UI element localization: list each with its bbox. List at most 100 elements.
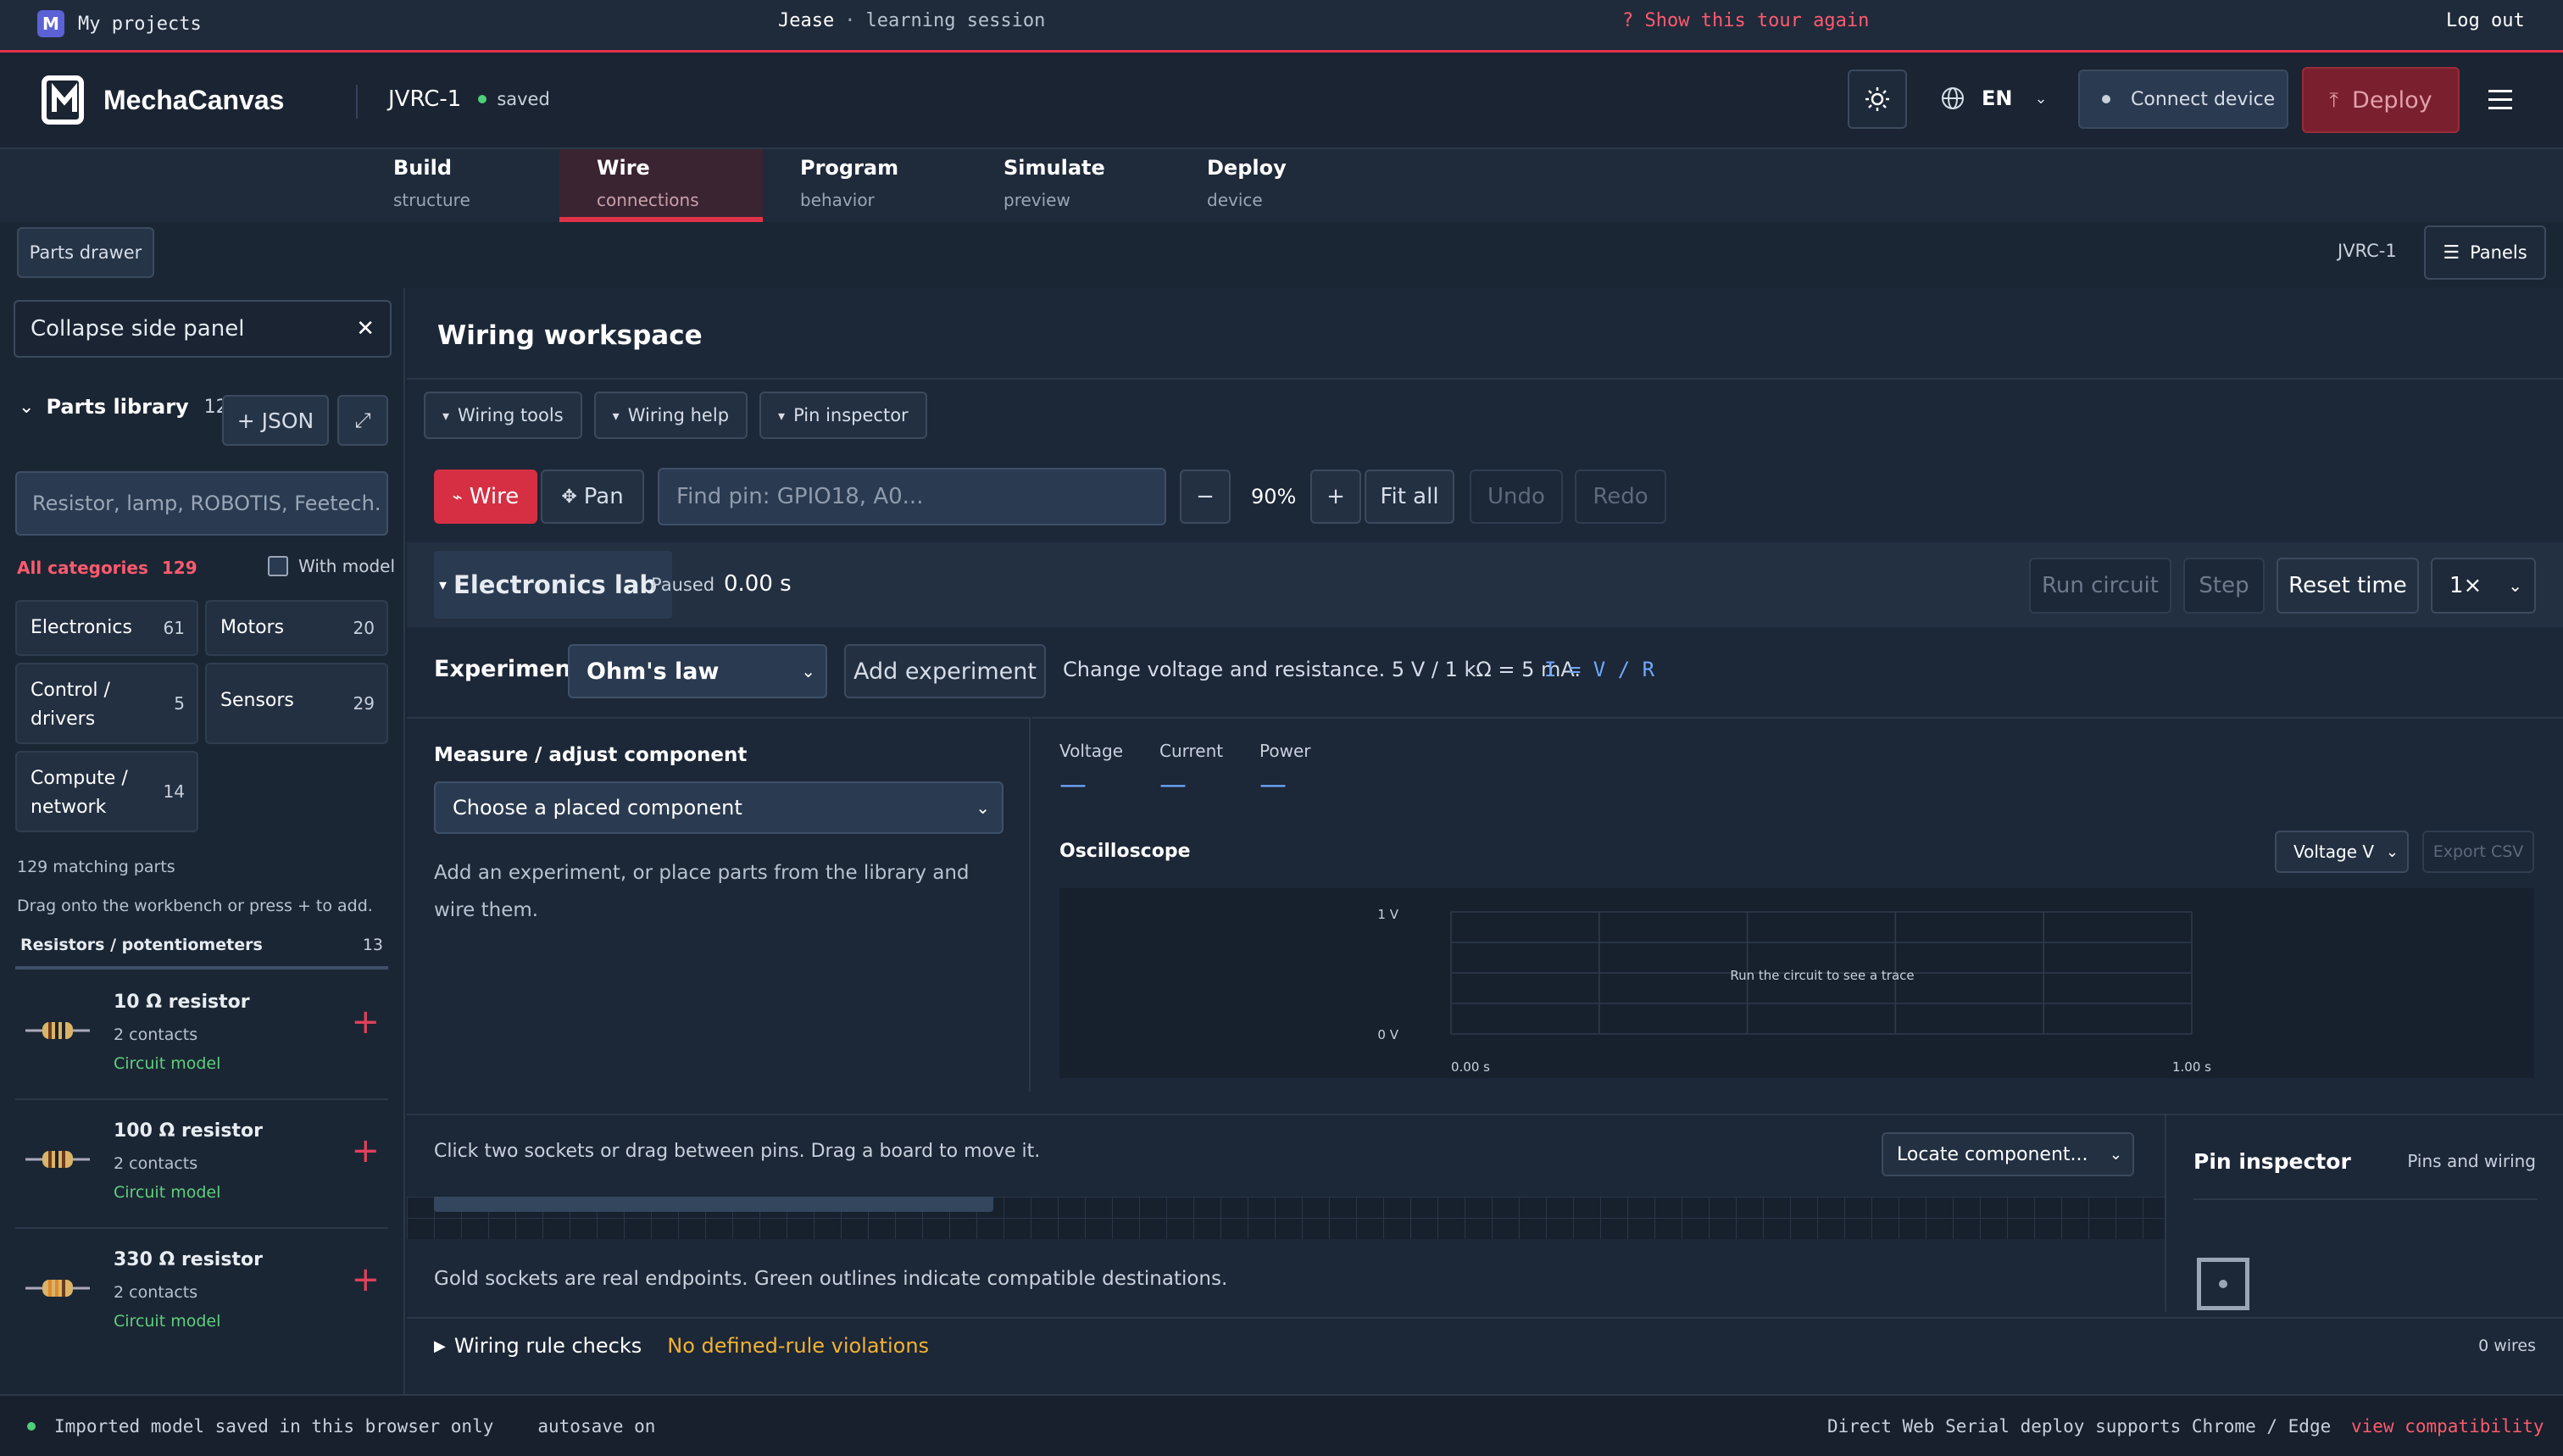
tab-wire[interactable]: Wire connections <box>559 149 763 222</box>
mode-tabs: Build structure Wire connections Program be… <box>0 149 2563 222</box>
import-json-button[interactable]: + JSON <box>222 395 329 446</box>
list-item[interactable]: 330 Ω resistor 2 contacts Circuit model … <box>15 1231 388 1358</box>
socket-legend: Gold sockets are real endpoints. Green o… <box>434 1268 1228 1290</box>
my-projects-link[interactable]: M My projects <box>37 8 202 39</box>
expand-icon[interactable]: ⤢ <box>337 395 388 446</box>
all-categories-filter[interactable]: All categories 129 <box>17 558 197 578</box>
add-experiment-button[interactable]: Add experiment <box>844 644 1046 698</box>
status-bar: Imported model saved in this browser onl… <box>0 1394 2563 1456</box>
readout-label: Voltage <box>1059 741 1124 761</box>
user-name: Jease <box>778 10 835 31</box>
category-sensors[interactable]: Sensors 29 <box>205 663 388 744</box>
brand-name: MechaCanvas <box>103 84 285 115</box>
formula: I = V / R <box>1544 658 1655 681</box>
tab-sublabel: device <box>1207 190 1263 210</box>
list-item[interactable]: 10 Ω resistor 2 contacts Circuit model + <box>15 973 388 1100</box>
oscilloscope-chart: 1 V 0 V 0.00 s 1.00 s Run the circuit to… <box>1059 888 2534 1078</box>
parts-search-input[interactable]: Resistor, lamp, ROBOTIS, Feetech. <box>15 471 388 536</box>
category-control-drivers[interactable]: Control / drivers 5 <box>15 663 198 744</box>
category-motors[interactable]: Motors 20 <box>205 600 388 656</box>
readouts-panel: Voltage — Current — Power — Oscilloscope Vo… <box>1032 717 2563 1092</box>
parts-drawer-button[interactable]: Parts drawer <box>17 227 154 278</box>
add-part-icon[interactable]: + <box>351 1134 380 1168</box>
list-item[interactable]: 100 Ω resistor 2 contacts Circuit model … <box>15 1102 388 1229</box>
wire-icon: ⌁ <box>452 486 463 507</box>
status-dot-icon <box>27 1421 36 1431</box>
chevron-down-icon: ⌄ <box>2385 842 2399 861</box>
tab-wiring-help[interactable]: ▾ Wiring help <box>593 392 748 439</box>
import-status: Imported model saved in this browser onl… <box>54 1415 494 1437</box>
tab-pin-inspector[interactable]: ▾ Pin inspector <box>759 392 927 439</box>
connect-device-button[interactable]: Connect device <box>2078 69 2288 129</box>
app-logo-icon: M <box>37 10 64 37</box>
close-icon: ✕ <box>356 316 375 342</box>
show-tour-link[interactable]: ? Show this tour again <box>1622 10 1869 31</box>
wire-label: Wire <box>469 484 520 509</box>
tab-simulate[interactable]: Simulate preview <box>1004 149 1207 222</box>
tab-sublabel: preview <box>1004 190 1070 210</box>
language-selector[interactable]: EN ⌄ <box>1941 86 2048 110</box>
measure-panel: Measure / adjust component Choose a plac… <box>407 717 1031 1092</box>
tab-label: Program <box>800 156 899 180</box>
triangle-right-icon: ▶ <box>434 1337 446 1355</box>
redo-button[interactable]: Redo <box>1575 470 1666 524</box>
lab-title: Electronics lab <box>453 570 658 599</box>
logout-link[interactable]: Log out <box>2446 10 2525 31</box>
part-name: 100 Ω resistor <box>114 1120 263 1142</box>
mechacanvas-logo-icon <box>42 75 84 125</box>
chevron-down-icon: ⌄ <box>801 661 815 681</box>
group-header[interactable]: Resistors / potentiometers 13 <box>15 929 388 970</box>
panels-button[interactable]: ☰ Panels <box>2424 225 2546 280</box>
with-model-label: With model <box>298 556 396 576</box>
pin-inspector-panel: Pin inspector Pins and wiring <box>2165 1114 2563 1312</box>
collapse-side-panel-button[interactable]: Collapse side panel ✕ <box>14 300 392 358</box>
voltage-readout: Voltage — <box>1059 741 1123 800</box>
undo-button[interactable]: Undo <box>1470 470 1563 524</box>
fit-all-button[interactable]: Fit all <box>1365 470 1454 524</box>
divider <box>356 85 358 119</box>
deploy-button[interactable]: ⤒ Deploy <box>2302 67 2460 133</box>
component-select[interactable]: Choose a placed component ⌄ <box>434 781 1004 834</box>
run-circuit-button[interactable]: Run circuit <box>2029 558 2171 614</box>
tab-deploy[interactable]: Deploy device <box>1207 149 1410 222</box>
view-compatibility-link[interactable]: view compatibility <box>2351 1416 2544 1437</box>
with-model-checkbox[interactable]: With model <box>268 556 395 576</box>
brand[interactable]: MechaCanvas <box>41 75 284 125</box>
find-pin-input[interactable]: Find pin: GPIO18, A0... <box>658 468 1166 525</box>
resistor-icon <box>25 1151 90 1168</box>
y-tick-label: 0 V <box>1377 1027 1398 1042</box>
scope-channel-value: Voltage V <box>2293 842 2375 862</box>
experiment-select[interactable]: Ohm's law ⌄ <box>568 644 827 698</box>
electronics-lab-toggle[interactable]: ▾ Electronics lab <box>434 551 673 619</box>
json-label: + JSON <box>236 408 314 433</box>
step-button[interactable]: Step <box>2183 558 2265 614</box>
pin-socket-icon[interactable] <box>2197 1258 2249 1310</box>
tab-wiring-tools[interactable]: ▾ Wiring tools <box>424 392 582 439</box>
scope-channel-select[interactable]: Voltage V ⌄ <box>2275 831 2409 873</box>
part-name: 10 Ω resistor <box>114 992 250 1013</box>
add-part-icon[interactable]: + <box>351 1005 380 1039</box>
add-part-icon[interactable]: + <box>351 1263 380 1297</box>
theme-toggle-button[interactable] <box>1848 69 1907 129</box>
parts-library-header[interactable]: ⌄ Parts library 129 <box>19 395 240 419</box>
wiring-rule-checks[interactable]: ▶ Wiring rule checks No defined-rule vio… <box>407 1317 2563 1373</box>
wire-button[interactable]: ⌁ Wire <box>434 470 537 524</box>
category-count: 61 <box>163 618 185 638</box>
category-compute-network[interactable]: Compute / network 14 <box>15 751 198 832</box>
hamburger-menu-icon[interactable] <box>2488 90 2512 110</box>
pan-button[interactable]: ✥ Pan <box>541 470 644 524</box>
sim-time: 0.00 s <box>724 571 792 597</box>
reset-time-button[interactable]: Reset time <box>2277 558 2419 614</box>
tab-program[interactable]: Program behavior <box>800 149 1004 222</box>
speed-select[interactable]: 1× ⌄ <box>2431 558 2536 614</box>
group-title: Resistors / potentiometers <box>20 936 263 954</box>
measure-title: Measure / adjust component <box>434 744 748 766</box>
zoom-in-button[interactable]: + <box>1310 470 1361 524</box>
pin-inspector-title: Pin inspector <box>2193 1149 2351 1174</box>
x-tick-label: 0.00 s <box>1451 1059 1490 1075</box>
category-electronics[interactable]: Electronics 61 <box>15 600 198 656</box>
readout-value: — <box>1259 768 1287 800</box>
zoom-out-button[interactable]: − <box>1180 470 1231 524</box>
locate-component-select[interactable]: Locate component... ⌄ <box>1882 1132 2134 1176</box>
export-csv-button[interactable]: Export CSV <box>2422 831 2534 873</box>
